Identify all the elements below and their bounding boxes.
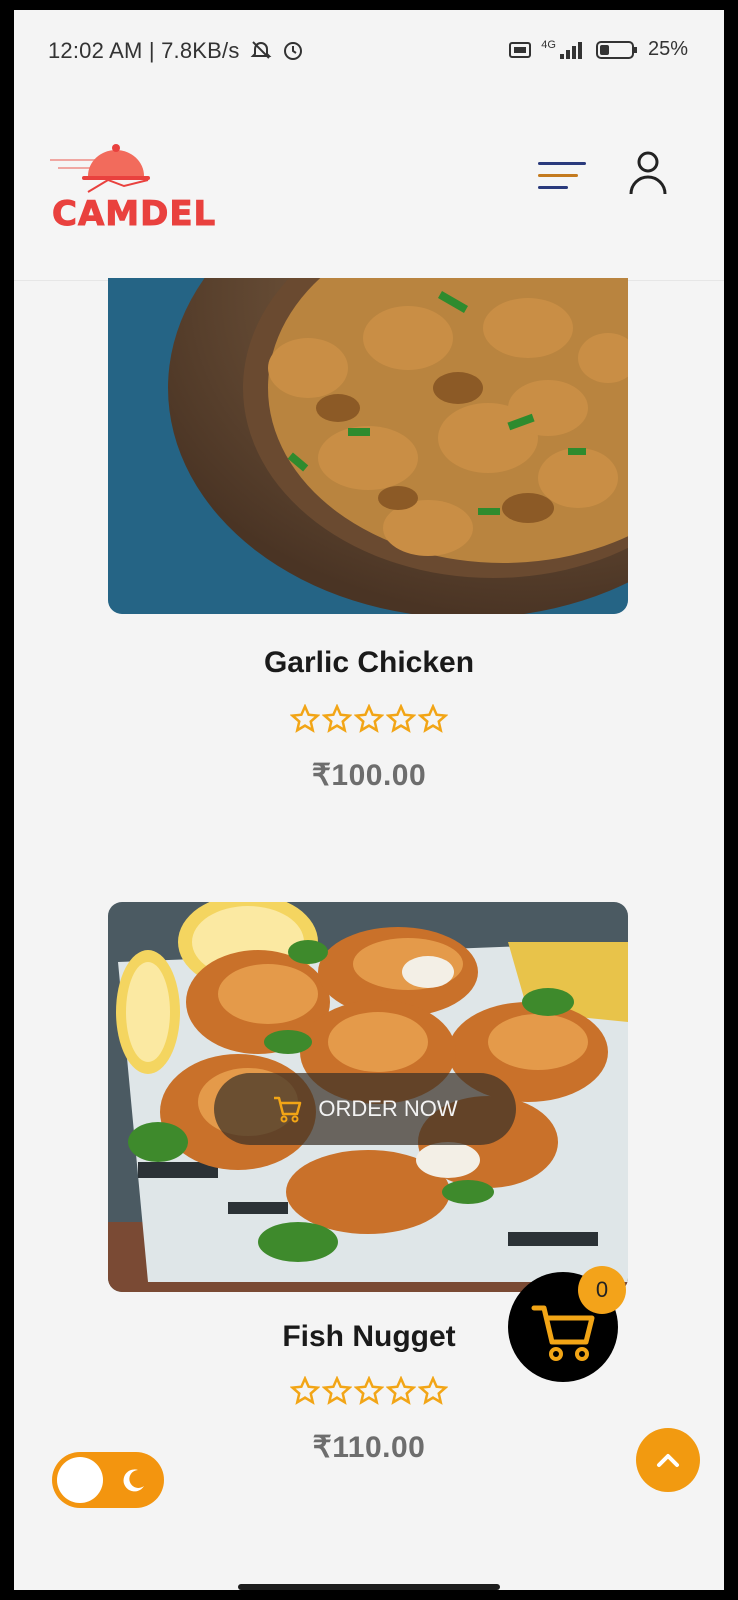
moon-icon bbox=[123, 1469, 144, 1492]
logo-text: CAMDEL bbox=[51, 194, 217, 235]
order-now-button[interactable]: ORDER NOW bbox=[214, 1073, 516, 1145]
status-time-text: 12:02 AM | 7.8KB/s bbox=[48, 38, 240, 63]
user-icon bbox=[629, 151, 667, 195]
status-time: 12:02 AM | 7.8KB/s bbox=[48, 38, 304, 64]
scroll-to-top-button[interactable] bbox=[636, 1428, 700, 1492]
star-outline-icon bbox=[290, 1376, 320, 1405]
chevron-up-icon bbox=[657, 1454, 679, 1467]
home-indicator bbox=[238, 1584, 500, 1590]
hamburger-menu-icon bbox=[538, 162, 586, 189]
product-image-garlic-chicken[interactable] bbox=[108, 278, 628, 614]
star-outline-icon bbox=[290, 704, 320, 733]
garlic-chicken-photo bbox=[108, 278, 628, 614]
volte-icon bbox=[509, 41, 532, 58]
status-bar: 12:02 AM | 7.8KB/s 4G 25% bbox=[14, 10, 724, 90]
star-outline-icon bbox=[386, 1376, 416, 1405]
app-screen: 12:02 AM | 7.8KB/s 4G 25% CAMDEL Garlic … bbox=[14, 10, 724, 1590]
dark-mode-toggle[interactable] bbox=[52, 1452, 164, 1508]
cart-icon bbox=[274, 1096, 302, 1123]
star-outline-icon bbox=[386, 704, 416, 733]
signal-icon bbox=[559, 41, 582, 59]
star-outline-icon bbox=[418, 704, 448, 733]
star-outline-icon bbox=[418, 1376, 448, 1405]
star-outline-icon bbox=[354, 704, 384, 733]
brand-logo[interactable]: CAMDEL bbox=[48, 136, 216, 235]
site-header: CAMDEL bbox=[14, 110, 724, 281]
cart-count-badge: 0 bbox=[578, 1266, 626, 1314]
status-right: 4G 25% bbox=[509, 38, 688, 61]
rating-stars bbox=[14, 704, 724, 734]
toggle-knob bbox=[57, 1457, 103, 1503]
mute-icon bbox=[250, 41, 272, 59]
star-outline-icon bbox=[322, 1376, 352, 1405]
menu-button[interactable] bbox=[538, 158, 588, 194]
network-type: 4G bbox=[541, 38, 556, 51]
battery-percent: 25% bbox=[647, 38, 688, 60]
order-now-label: ORDER NOW bbox=[318, 1096, 458, 1121]
cloche-icon bbox=[50, 144, 150, 193]
battery-icon bbox=[595, 40, 637, 59]
product-price: ₹100.00 bbox=[311, 759, 427, 792]
star-outline-icon bbox=[322, 704, 352, 733]
product-name[interactable]: Garlic Chicken bbox=[14, 646, 724, 680]
star-outline-icon bbox=[354, 1376, 384, 1405]
alarm-icon bbox=[284, 42, 303, 60]
user-account-button[interactable] bbox=[628, 150, 668, 196]
